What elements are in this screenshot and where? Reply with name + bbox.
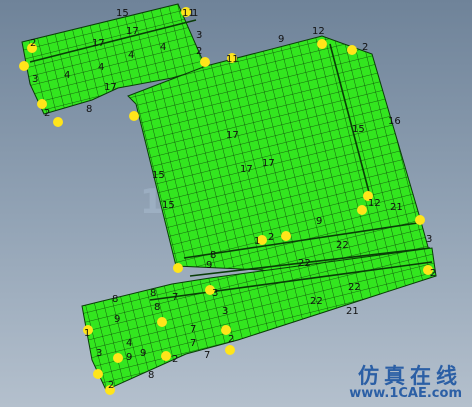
node-label: 3 <box>222 306 228 317</box>
node-label: 15 <box>116 8 129 19</box>
node-label: 12 <box>312 26 325 37</box>
graphics-viewport[interactable]: 1 15 11 1 2 17 17 4 3 2 4 4 3 4 2 8 17 1… <box>0 0 472 407</box>
node-label: 7 <box>190 338 196 349</box>
node-label: 1 <box>254 236 260 247</box>
node-label: 17 <box>104 82 117 93</box>
node-label: 8 <box>86 104 92 115</box>
site-watermark: 仿真在线 www.1CAE.com <box>349 365 462 401</box>
node-label: 2 <box>362 42 368 53</box>
node-label: 9 <box>206 260 212 271</box>
node-label: 2 <box>30 38 36 49</box>
node-label: 8 <box>148 370 154 381</box>
node-label: 3 <box>32 74 38 85</box>
node-label: 4 <box>128 50 134 61</box>
node-label: 3 <box>212 288 218 299</box>
node-label: 2 <box>228 334 234 345</box>
node-label: 4 <box>64 70 70 81</box>
node-label: 8 <box>150 288 156 299</box>
node-label: 17 <box>262 158 275 169</box>
node-label: 8 <box>112 294 118 305</box>
node-label: 17 <box>126 26 139 37</box>
node-label: 9 <box>278 34 284 45</box>
node-label: 2 <box>44 108 50 119</box>
node-label: 2 <box>172 354 178 365</box>
node-label: 7 <box>172 292 178 303</box>
node-label: 9 <box>114 314 120 325</box>
node-label: 22 <box>336 240 349 251</box>
node-label: 3 <box>196 30 202 41</box>
node-label: 7 <box>190 324 196 335</box>
node-label: 8 <box>154 302 160 313</box>
node-label: 22 <box>348 282 361 293</box>
node-label: 12 <box>368 198 381 209</box>
node-label: 2 <box>196 46 202 57</box>
node-label: 17 <box>240 164 253 175</box>
node-label: 11 <box>226 54 239 65</box>
node-label: 1 <box>192 8 198 19</box>
node-label: 22 <box>298 258 311 269</box>
node-label: 1 <box>84 328 90 339</box>
node-label: 15 <box>162 200 175 211</box>
node-label: 22 <box>310 296 323 307</box>
node-label: 17 <box>92 38 105 49</box>
mesh-model[interactable]: 15 11 1 2 17 17 4 3 2 4 4 3 4 2 8 17 11 … <box>0 0 472 407</box>
node-label: 4 <box>126 338 132 349</box>
node-label: 2 <box>108 380 114 391</box>
node-label: 2 <box>430 268 436 279</box>
node-label: 3 <box>96 348 102 359</box>
node-label: 9 <box>126 352 132 363</box>
node-label: 21 <box>346 306 359 317</box>
watermark-url: www.1CAE.com <box>349 386 462 402</box>
watermark-chinese: 仿真在线 <box>358 364 462 389</box>
node-label: 17 <box>226 130 239 141</box>
node-label: 4 <box>98 62 104 73</box>
node-label: 3 <box>426 234 432 245</box>
node-label: 15 <box>152 170 165 181</box>
node-label: 9 <box>316 216 322 227</box>
node-label: 4 <box>160 42 166 53</box>
node-label: 9 <box>140 348 146 359</box>
node-label: 16 <box>388 116 401 127</box>
node-label: 21 <box>390 202 403 213</box>
node-label: 2 <box>268 232 274 243</box>
node-label: 15 <box>352 124 365 135</box>
node-label: 7 <box>204 350 210 361</box>
